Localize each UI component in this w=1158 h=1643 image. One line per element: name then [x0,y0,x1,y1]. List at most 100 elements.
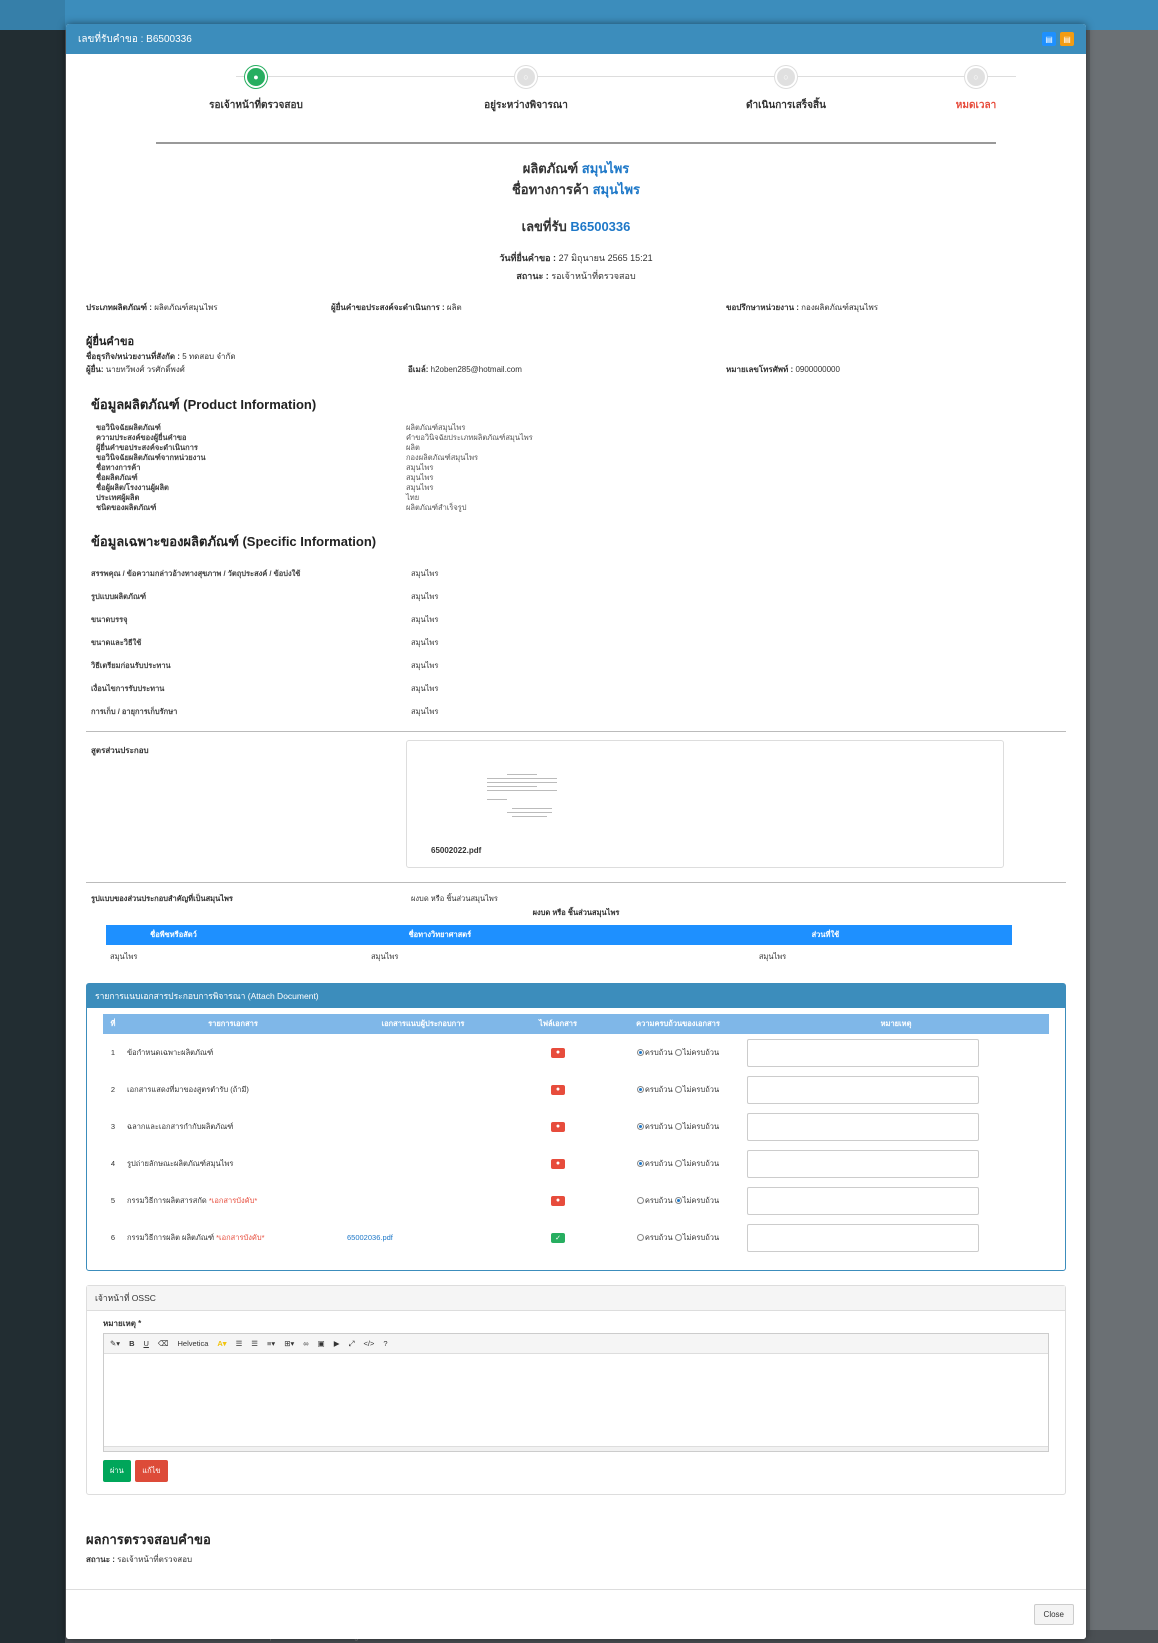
incomplete-radio[interactable] [674,1049,682,1057]
request-heading: ผลิตภัณฑ์ สมุนไพร ชื่อทางการค้า สมุนไพร … [86,158,1066,283]
step-label: หมดเวลา [955,100,997,111]
uploaded-file-cell [343,1182,503,1219]
formula-filename[interactable]: 65002022.pdf [431,846,481,855]
note-textarea[interactable] [747,1038,979,1067]
list-item: สรรพคุณ / ข้อความกล่าวอ้างทางสุขภาพ / วั… [91,568,439,578]
complete-radio[interactable] [636,1123,644,1131]
file-missing-icon[interactable]: ● [551,1121,565,1132]
specific-info-list: สรรพคุณ / ข้อความกล่าวอ้างทางสุขภาพ / วั… [91,562,1066,723]
table-row: 6 กรรมวิธีการผลิต ผลิตภัณฑ์ *เอกสารบังคับ… [103,1219,1049,1256]
table-row: 2 เอกสารแสดงที่มาของสูตรตำรับ (ถ้ามี) ● คร… [103,1071,1049,1108]
applicant-row: ผู้ยื่น: นายทวีพงศ์ วรศักดิ์พงศ์ อีเมล์:… [86,363,1066,376]
file-missing-icon[interactable]: ● [551,1047,565,1058]
doc-name-cell: ฉลากและเอกสารกำกับผลิตภัณฑ์ [123,1108,343,1145]
video-icon[interactable]: ▶ [334,1339,340,1348]
doc-name-cell: กรรมวิธีการผลิต ผลิตภัณฑ์ *เอกสารบังคับ* [123,1219,343,1256]
complete-radio[interactable] [636,1160,644,1168]
file-ok-icon[interactable]: ✓ [551,1232,565,1243]
editor-content[interactable] [104,1354,1048,1446]
note-textarea[interactable] [747,1075,979,1104]
step-4: ○ หมดเวลา [896,66,1056,113]
formula-label: สูตรส่วนประกอบ [91,746,149,755]
file-missing-icon[interactable]: ● [551,1084,565,1095]
type-label: ประเภทผลิตภัณฑ์ : [86,303,152,312]
table-row: 1 ข้อกำหนดเฉพาะผลิตภัณฑ์ ● ครบถ้วน ไม่ครบถ… [103,1034,1049,1071]
link-icon[interactable]: ∞ [303,1339,308,1348]
note-cell [743,1034,1049,1071]
magic-icon[interactable]: ✎▾ [110,1339,120,1348]
incomplete-radio[interactable] [674,1234,682,1242]
step-pending-icon: ○ [515,66,537,88]
incomplete-radio[interactable] [674,1160,682,1168]
note-textarea[interactable] [747,1223,979,1252]
table-icon[interactable]: ⊞▾ [284,1339,294,1348]
font-select[interactable]: Helvetica [178,1339,209,1348]
purpose-label: ผู้ยื่นคำขอประสงค์จะดำเนินการ : [331,303,445,312]
row-number: 2 [110,1085,116,1094]
export-icon[interactable]: ▤ [1060,32,1074,46]
file-icon-cell: ● [503,1182,613,1219]
steps-divider [156,142,996,144]
underline-icon[interactable]: U [143,1339,148,1348]
close-button[interactable]: Close [1033,1604,1074,1625]
color-icon[interactable]: A▾ [217,1339,226,1348]
company-label: ชื่อธุรกิจ/หน่วยงานที่สังกัด : [86,352,180,361]
align-icon[interactable]: ≡▾ [267,1339,275,1348]
complete-radio[interactable] [636,1049,644,1057]
column-header: ความครบถ้วนของเอกสาร [613,1014,743,1034]
incomplete-radio[interactable] [674,1197,682,1205]
help-icon[interactable]: ? [383,1339,387,1348]
list-item: ชื่อผลิตภัณฑ์ สมุนไพร [96,473,434,482]
phone-label: หมายเลขโทรศัพท์ : [726,365,794,374]
note-textarea[interactable] [747,1112,979,1141]
list-item: ประเทศผู้ผลิต ไทย [96,493,420,502]
list-item: เงื่อนไขการรับประทาน สมุนไพร [91,683,439,693]
complete-radio[interactable] [636,1086,644,1094]
image-icon[interactable]: ▣ [318,1339,325,1348]
complete-label: ครบถ้วน [644,1158,673,1168]
document-icon[interactable]: ▤ [1042,32,1056,46]
step-active-icon: ● [245,66,267,88]
fix-button[interactable]: แก้ไข [135,1460,168,1482]
trade-prefix: ชื่อทางการค้า [511,182,589,197]
app-right-area [1090,30,1158,1630]
list-item: ขนาดบรรจุ สมุนไพร [91,614,439,624]
complete-radio[interactable] [636,1197,644,1205]
file-missing-icon[interactable]: ● [551,1195,565,1206]
step-1: ● รอเจ้าหน้าที่ตรวจสอบ [176,66,336,113]
note-textarea[interactable] [747,1149,979,1178]
bold-icon[interactable]: B [129,1339,134,1348]
list-item: ผู้ยื่นคำขอประสงค์จะดำเนินการ ผลิต [96,443,420,452]
incomplete-label: ไม่ครบถ้วน [682,1158,720,1168]
uploaded-file-link[interactable]: 65002036.pdf [347,1233,393,1242]
list-item: ความประสงค์ของผู้ยื่นคำขอ คำขอวินิจฉัยประ… [96,433,533,442]
complete-radio[interactable] [636,1234,644,1242]
pass-button[interactable]: ผ่าน [103,1460,131,1482]
note-textarea[interactable] [747,1186,979,1215]
specific-info-title: ข้อมูลเฉพาะของผลิตภัณฑ์ (Specific Inform… [91,534,377,549]
completeness-cell: ครบถ้วน ไม่ครบถ้วน [613,1219,743,1256]
pdf-thumbnail[interactable] [487,771,557,831]
incomplete-label: ไม่ครบถ้วน [682,1047,720,1057]
fullscreen-icon[interactable]: ⤢ [348,1339,354,1349]
incomplete-radio[interactable] [674,1123,682,1131]
bullet-list-icon[interactable]: ☰ [236,1339,243,1348]
receipt-number: B6500336 [570,219,631,234]
result-status-value: รอเจ้าหน้าที่ตรวจสอบ [117,1555,193,1564]
applicant-section-title: ผู้ยื่นคำขอ [86,336,135,348]
number-list-icon[interactable]: ☰ [251,1339,258,1348]
formula-preview[interactable]: 65002022.pdf [406,740,1004,868]
completeness-cell: ครบถ้วน ไม่ครบถ้วน [613,1145,743,1182]
file-missing-icon[interactable]: ● [551,1158,565,1169]
divider [86,882,1066,883]
completeness-cell: ครบถ้วน ไม่ครบถ้วน [613,1071,743,1108]
file-icon-cell: ● [503,1071,613,1108]
incomplete-radio[interactable] [674,1086,682,1094]
eraser-icon[interactable]: ⌫ [158,1339,169,1348]
file-icon-cell: ● [503,1145,613,1182]
column-header: เอกสารแนบผู้ประกอบการ [343,1014,503,1034]
editor-resize-handle[interactable] [104,1446,1048,1451]
row-number: 5 [110,1196,116,1205]
code-icon[interactable]: </> [363,1339,374,1348]
incomplete-label: ไม่ครบถ้วน [682,1084,720,1094]
